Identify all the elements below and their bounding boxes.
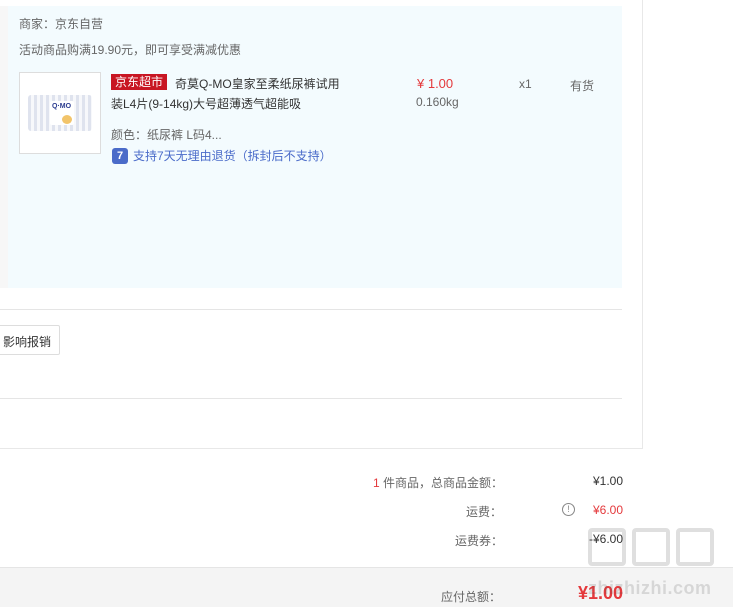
promo-text: 活动商品购满19.90元，即可享受满减优惠 (19, 43, 242, 57)
watermark-text: zhizhizhi.com (588, 578, 712, 598)
shipping-coupon-label: 运费券： (455, 534, 504, 548)
goods-left-strip (0, 6, 8, 288)
divider (0, 398, 622, 399)
item-count: 1 (373, 476, 380, 490)
invoice-button[interactable]: 影响报销 (0, 325, 60, 355)
diaper-pack-image: Q·MO (28, 95, 92, 131)
product-spec: 颜色：纸尿裤 L码4... (111, 128, 222, 142)
watermark-logo: zhizhizhi.com (588, 520, 728, 600)
merchant-label: 商家：京东自营 (19, 17, 104, 31)
jd-supermarket-tag: 京东超市 (111, 74, 168, 90)
seven-day-return-icon: 7 (112, 148, 128, 164)
product-image[interactable]: Q·MO (19, 72, 101, 154)
goods-amount: ¥1.00 (592, 474, 623, 488)
shipping-label: 运费： (466, 505, 503, 519)
order-card: 商家：京东自营 活动商品购满19.90元，即可享受满减优惠 Q·MO 奇莫Q-M… (0, 0, 643, 449)
divider (0, 309, 622, 310)
product-logo: Q·MO (52, 103, 72, 110)
info-icon[interactable]: ! (562, 503, 575, 516)
return-policy-text: 支持7天无理由退货（拆封后不支持） (133, 149, 332, 163)
product-weight: 0.160kg (416, 95, 459, 109)
product-price: ¥ 1.00 (417, 76, 454, 91)
item-count-summary: 1 件商品，总商品金额： (373, 474, 503, 491)
total-label: 应付总额： (441, 590, 502, 604)
item-count-label: 件商品，总商品金额： (383, 476, 504, 490)
product-quantity: x1 (519, 77, 532, 91)
shipping-amount: ¥6.00 (592, 503, 623, 517)
stock-status: 有货 (570, 79, 595, 93)
